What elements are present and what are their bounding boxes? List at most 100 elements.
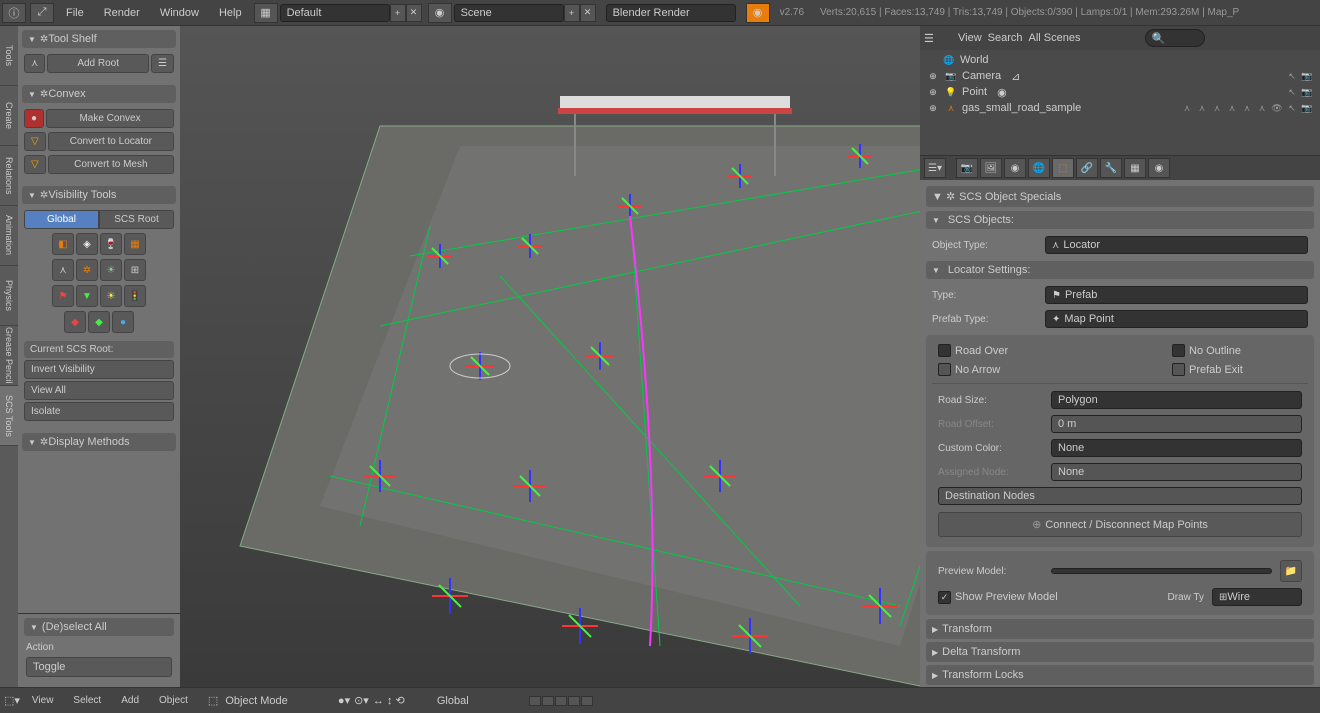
scene-add-button[interactable]: + — [564, 4, 580, 22]
tab-create[interactable]: Create — [0, 86, 18, 146]
expand-icon[interactable]: ⤢ — [30, 3, 54, 23]
outliner-search-input[interactable]: 🔍 — [1145, 29, 1205, 47]
display-methods-header[interactable]: ✲ Display Methods — [22, 433, 176, 451]
layout-icon[interactable]: ▦ — [254, 3, 278, 23]
tree-item-gas-sample[interactable]: ⊕⋏gas_small_road_sample⋏⋏⋏⋏⋏⋏👁↖📷 — [926, 100, 1314, 116]
vis-icon-7[interactable]: ☀ — [100, 259, 122, 281]
outliner-search-menu[interactable]: Search — [988, 32, 1023, 44]
vis-icon-3[interactable]: 🍷 — [100, 233, 122, 255]
menu-file[interactable]: File — [56, 7, 94, 19]
no-outline-checkbox[interactable]: No Outline — [1172, 344, 1302, 357]
preview-browse-icon[interactable]: 📁 — [1280, 560, 1302, 582]
show-preview-checkbox[interactable]: Show Preview Model — [938, 591, 1058, 604]
layout-dropdown[interactable]: Default — [280, 4, 390, 22]
convert-to-locator-button[interactable]: Convert to Locator — [48, 132, 174, 151]
custom-color-dropdown[interactable]: None — [1051, 439, 1302, 457]
visibility-header[interactable]: ✲ Visibility Tools — [22, 186, 176, 204]
scs-object-specials-header[interactable]: ▼ ✲ SCS Object Specials — [926, 186, 1314, 207]
tab-tools[interactable]: Tools — [0, 26, 18, 86]
preview-model-input[interactable] — [1051, 568, 1272, 574]
vis-icon-5[interactable]: ⋏ — [52, 259, 74, 281]
orientation-dropdown[interactable]: Global — [437, 695, 517, 707]
isolate-button[interactable]: Isolate — [24, 402, 174, 421]
object-type-dropdown[interactable]: ⋏ Locator — [1045, 236, 1308, 254]
add-root-button[interactable]: Add Root — [47, 54, 149, 73]
viewport-editor-icon[interactable]: ⬚▾ — [4, 694, 20, 707]
viewport-3d[interactable] — [180, 26, 920, 687]
props-tab-data[interactable]: ▦ — [1124, 158, 1146, 178]
scene-dropdown[interactable]: Scene — [454, 4, 564, 22]
convert-to-mesh-button[interactable]: Convert to Mesh — [48, 155, 174, 174]
tool-shelf-header[interactable]: ✲ Tool Shelf — [22, 30, 176, 48]
cursor-icon[interactable]: ↖ — [1285, 101, 1299, 115]
props-tab-constraints[interactable]: 🔗 — [1076, 158, 1098, 178]
view-all-button[interactable]: View All — [24, 381, 174, 400]
vis-icon-4[interactable]: ▦ — [124, 233, 146, 255]
vis-icon-15[interactable]: ● — [112, 311, 134, 333]
render-icon[interactable]: 📷 — [1300, 85, 1314, 99]
convex-header[interactable]: ✲ Convex — [22, 85, 176, 103]
tab-grease-pencil[interactable]: Grease Pencil — [0, 326, 18, 386]
shading-icon[interactable]: ●▾ — [338, 694, 350, 707]
expand-icon[interactable]: ⊕ — [926, 85, 940, 99]
vis-icon-2[interactable]: ◈ — [76, 233, 98, 255]
locator-settings-subheader[interactable]: Locator Settings: — [926, 261, 1314, 279]
root-icon[interactable]: ⋏ — [24, 54, 45, 73]
props-tab-render[interactable]: 📷 — [956, 158, 978, 178]
connect-disconnect-button[interactable]: ⊕Connect / Disconnect Map Points — [938, 512, 1302, 537]
transform-locks-section[interactable]: Transform Locks — [926, 665, 1314, 685]
vis-icon-9[interactable]: ⚑ — [52, 285, 74, 307]
menu-help[interactable]: Help — [209, 7, 252, 19]
select-menu[interactable]: Select — [65, 695, 109, 706]
vis-icon-6[interactable]: ✲ — [76, 259, 98, 281]
tree-item-camera[interactable]: ⊕📷Camera⊿↖📷 — [926, 68, 1314, 84]
vis-icon-8[interactable]: ⊞ — [124, 259, 146, 281]
make-convex-button[interactable]: Make Convex — [46, 109, 174, 128]
eye-icon[interactable]: 👁 — [1270, 101, 1284, 115]
action-dropdown[interactable]: Toggle — [26, 657, 172, 677]
tab-relations[interactable]: Relations — [0, 146, 18, 206]
tab-physics[interactable]: Physics — [0, 266, 18, 326]
scs-objects-subheader[interactable]: SCS Objects: — [926, 211, 1314, 229]
menu-render[interactable]: Render — [94, 7, 150, 19]
outliner-view-menu[interactable]: View — [958, 32, 982, 44]
layout-close-button[interactable]: ✕ — [406, 4, 422, 22]
render-icon[interactable]: 📷 — [1300, 69, 1314, 83]
scs-root-toggle[interactable]: SCS Root — [99, 210, 174, 229]
add-root-options-icon[interactable]: ☰ — [151, 54, 174, 73]
vis-icon-1[interactable]: ◧ — [52, 233, 74, 255]
add-menu[interactable]: Add — [113, 695, 147, 706]
road-over-checkbox[interactable]: Road Over — [938, 344, 1008, 357]
props-editor-icon[interactable]: ☰▾ — [924, 158, 946, 178]
outliner-filter-dropdown[interactable]: All Scenes — [1029, 32, 1139, 44]
vis-icon-10[interactable]: ▼ — [76, 285, 98, 307]
props-tab-object[interactable]: ⬚ — [1052, 158, 1074, 178]
vis-icon-14[interactable]: ◆ — [88, 311, 110, 333]
global-toggle[interactable]: Global — [24, 210, 99, 229]
vis-icon-11[interactable]: ☀ — [100, 285, 122, 307]
layout-add-button[interactable]: + — [390, 4, 406, 22]
mode-dropdown[interactable]: ⬚ Object Mode — [208, 694, 328, 707]
tab-animation[interactable]: Animation — [0, 206, 18, 266]
menu-window[interactable]: Window — [150, 7, 209, 19]
cursor-icon[interactable]: ↖ — [1285, 85, 1299, 99]
type-dropdown[interactable]: ⚑ Prefab — [1045, 286, 1308, 304]
expand-icon[interactable]: ⊕ — [926, 101, 940, 115]
view-menu[interactable]: View — [24, 695, 62, 706]
info-icon[interactable]: ⓘ — [2, 3, 26, 23]
tree-item-world[interactable]: 🌐World — [926, 52, 1314, 68]
tab-scs-tools[interactable]: SCS Tools — [0, 386, 18, 446]
props-tab-scene[interactable]: ◉ — [1004, 158, 1026, 178]
scene-icon[interactable]: ◉ — [428, 3, 452, 23]
render-icon[interactable]: 📷 — [1300, 101, 1314, 115]
prefab-type-dropdown[interactable]: ✦ Map Point — [1045, 310, 1308, 328]
delta-transform-section[interactable]: Delta Transform — [926, 642, 1314, 662]
layer-buttons[interactable] — [529, 696, 593, 706]
transform-section[interactable]: Transform — [926, 619, 1314, 639]
tree-item-point[interactable]: ⊕💡Point◉↖📷 — [926, 84, 1314, 100]
expand-icon[interactable]: ⊕ — [926, 69, 940, 83]
props-tab-physics[interactable]: ◉ — [1148, 158, 1170, 178]
deselect-all-header[interactable]: (De)select All — [24, 618, 174, 636]
props-tab-layers[interactable]: 🖼 — [980, 158, 1002, 178]
invert-visibility-button[interactable]: Invert Visibility — [24, 360, 174, 379]
